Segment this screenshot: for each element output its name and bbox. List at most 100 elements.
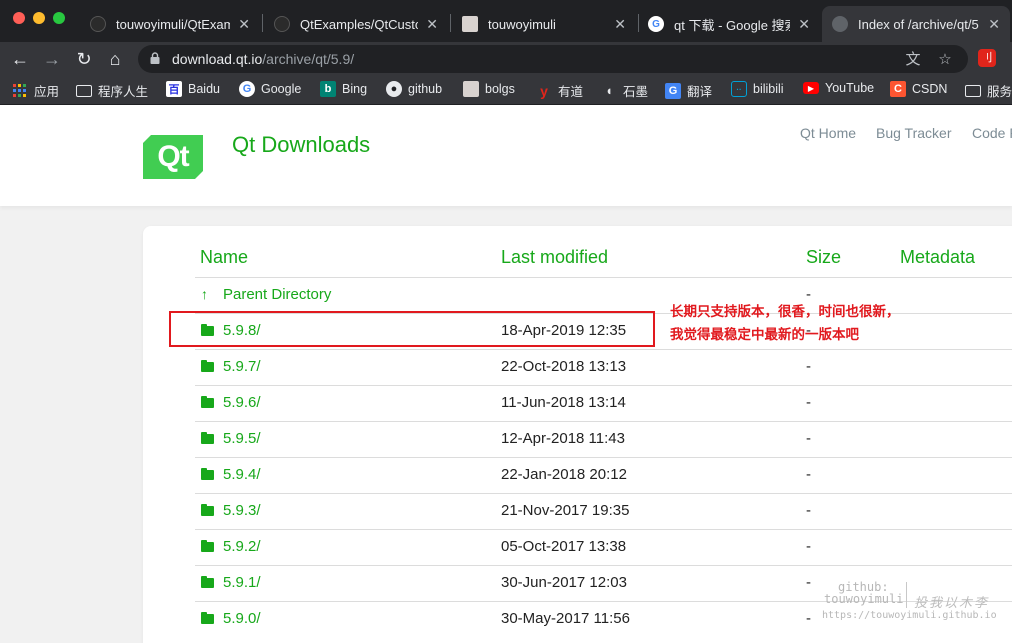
nav-qt-home[interactable]: Qt Home bbox=[800, 125, 856, 141]
up-arrow-icon: ↑ bbox=[201, 286, 208, 302]
bookmark-label: Bing bbox=[342, 82, 368, 96]
csdn-icon: C bbox=[890, 81, 906, 97]
column-header-metadata[interactable]: Metadata bbox=[900, 247, 975, 268]
tab-index-archive[interactable]: Index of /archive/qt/5 ✕ bbox=[822, 6, 1010, 42]
last-modified-cell: 05-Oct-2017 13:38 bbox=[501, 538, 627, 555]
folder-icon bbox=[201, 540, 214, 552]
address-bar[interactable]: download.qt.io/archive/qt/5.9/ 文 ☆ bbox=[138, 45, 968, 73]
bookmark-label: 服务 bbox=[987, 85, 1012, 99]
github-icon: ● bbox=[386, 81, 402, 97]
bookmark-translate[interactable]: G 翻译 bbox=[665, 81, 712, 100]
size-cell: - bbox=[806, 394, 811, 411]
close-tab-icon[interactable]: ✕ bbox=[238, 16, 250, 33]
bookmark-youtube[interactable]: ▶ YouTube bbox=[803, 81, 874, 95]
bookmark-folder-chengxurensheng[interactable]: 程序人生 bbox=[76, 81, 148, 100]
annotation-text: 长期只支持版本，很香，时间也很新， 我觉得最稳定中最新的一版本吧 bbox=[670, 300, 900, 346]
forward-button[interactable]: → bbox=[41, 48, 63, 70]
table-row: 5.9.7/22-Oct-2018 13:13 - bbox=[195, 349, 1012, 385]
tab-touwoyimuli[interactable]: touwoyimuli ✕ bbox=[452, 6, 636, 42]
parent-directory-link[interactable]: Parent Directory bbox=[223, 286, 331, 303]
tab-title: touwoyimuli/QtExamp bbox=[116, 16, 231, 32]
bookmarks-bar: 应用 程序人生 百 Baidu G Google b Bing ● github… bbox=[0, 75, 1012, 105]
bookmark-csdn[interactable]: C CSDN bbox=[890, 81, 947, 97]
folder-icon bbox=[201, 432, 214, 444]
shimo-icon: ◖ bbox=[605, 83, 613, 98]
close-tab-icon[interactable]: ✕ bbox=[988, 16, 1000, 33]
bookmark-bing[interactable]: b Bing bbox=[320, 81, 367, 97]
reload-button[interactable]: ↻ bbox=[73, 48, 95, 70]
bookmark-label: Baidu bbox=[188, 82, 220, 96]
tab-title: Index of /archive/qt/5 bbox=[858, 16, 979, 32]
close-window-button[interactable] bbox=[13, 12, 25, 24]
nav-bug-tracker[interactable]: Bug Tracker bbox=[876, 125, 951, 141]
size-cell: - bbox=[806, 466, 811, 483]
google-icon: G bbox=[239, 81, 255, 97]
watermark-signature: 投我以木李 bbox=[914, 596, 990, 611]
close-tab-icon[interactable]: ✕ bbox=[614, 16, 626, 33]
google-icon: G bbox=[648, 16, 664, 32]
translate-icon[interactable]: 文 bbox=[904, 51, 922, 69]
size-cell: - bbox=[806, 430, 811, 447]
table-row: 5.9.2/05-Oct-2017 13:38 - bbox=[195, 529, 1012, 565]
highlight-box bbox=[169, 311, 655, 347]
bookmark-shimo[interactable]: ◖ 石墨 bbox=[601, 81, 648, 100]
column-header-size[interactable]: Size bbox=[806, 247, 841, 268]
bookmark-bolgs[interactable]: bolgs bbox=[463, 81, 515, 97]
watermark-url: https://touwoyimuli.github.io bbox=[822, 610, 997, 621]
page-title[interactable]: Qt Downloads bbox=[232, 132, 370, 158]
directory-link[interactable]: 5.9.2/ bbox=[223, 538, 261, 555]
zoom-window-button[interactable] bbox=[53, 12, 65, 24]
watermark-divider bbox=[906, 582, 907, 608]
bookmark-bilibili[interactable]: ·· bilibili bbox=[731, 81, 784, 97]
directory-link[interactable]: 5.9.7/ bbox=[223, 358, 261, 375]
table-row: 5.9.4/22-Jan-2018 20:12 - bbox=[195, 457, 1012, 493]
avatar-icon bbox=[463, 81, 479, 97]
bookmark-google[interactable]: G Google bbox=[239, 81, 301, 97]
bookmark-github[interactable]: ● github bbox=[386, 81, 442, 97]
directory-link[interactable]: 5.9.0/ bbox=[223, 610, 261, 627]
folder-icon bbox=[201, 612, 214, 624]
bookmark-label: 石墨 bbox=[623, 85, 649, 99]
watermark: github: touwoyimuli 投我以木李 https://touwoy… bbox=[818, 578, 1008, 628]
url-text: download.qt.io/archive/qt/5.9/ bbox=[172, 51, 354, 67]
home-button[interactable]: ⌂ bbox=[104, 48, 126, 70]
watermark-line-2: touwoyimuli bbox=[824, 592, 904, 606]
directory-link[interactable]: 5.9.1/ bbox=[223, 574, 261, 591]
apps-grid-icon bbox=[12, 83, 28, 99]
bookmark-star-icon[interactable]: ☆ bbox=[936, 51, 954, 69]
column-header-last-modified[interactable]: Last modified bbox=[501, 247, 608, 268]
bookmark-label: bolgs bbox=[485, 82, 515, 96]
back-button[interactable]: ← bbox=[9, 48, 31, 70]
tab-google-search[interactable]: G qt 下载 - Google 搜索 ✕ bbox=[638, 6, 820, 42]
close-tab-icon[interactable]: ✕ bbox=[798, 16, 810, 33]
bookmark-baidu[interactable]: 百 Baidu bbox=[166, 81, 220, 97]
table-row: 5.9.6/11-Jun-2018 13:14 - bbox=[195, 385, 1012, 421]
extension-icon[interactable]: 刂 bbox=[978, 49, 996, 67]
bookmark-label: 有道 bbox=[558, 85, 584, 99]
folder-icon bbox=[76, 84, 92, 97]
folder-icon bbox=[965, 84, 981, 97]
size-cell: - bbox=[806, 502, 811, 519]
directory-link[interactable]: 5.9.3/ bbox=[223, 502, 261, 519]
minimize-window-button[interactable] bbox=[33, 12, 45, 24]
lock-icon bbox=[150, 52, 160, 64]
bookmark-apps[interactable]: 应用 bbox=[12, 81, 59, 100]
directory-link[interactable]: 5.9.4/ bbox=[223, 466, 261, 483]
last-modified-cell: 30-May-2017 11:56 bbox=[501, 610, 630, 627]
folder-icon bbox=[201, 396, 214, 408]
bookmark-folder-fuwu[interactable]: 服务 bbox=[965, 81, 1012, 100]
bookmark-label: 程序人生 bbox=[98, 85, 149, 99]
avatar-icon bbox=[462, 16, 478, 32]
tab-qtexamples-qtcustom[interactable]: QtExamples/QtCustor ✕ bbox=[264, 6, 448, 42]
column-header-name[interactable]: Name bbox=[200, 247, 248, 268]
bookmark-label: 翻译 bbox=[687, 85, 713, 99]
bookmark-youdao[interactable]: y 有道 bbox=[536, 81, 583, 100]
directory-link[interactable]: 5.9.6/ bbox=[223, 394, 261, 411]
tab-touwoyimuli-qtexamples[interactable]: touwoyimuli/QtExamp ✕ bbox=[80, 6, 260, 42]
table-row: 5.9.3/21-Nov-2017 19:35 - bbox=[195, 493, 1012, 529]
directory-link[interactable]: 5.9.5/ bbox=[223, 430, 261, 447]
close-tab-icon[interactable]: ✕ bbox=[426, 16, 438, 33]
bookmark-label: YouTube bbox=[825, 81, 875, 95]
qt-logo[interactable]: Qt bbox=[143, 135, 203, 179]
nav-code-review[interactable]: Code Re bbox=[972, 125, 1012, 141]
